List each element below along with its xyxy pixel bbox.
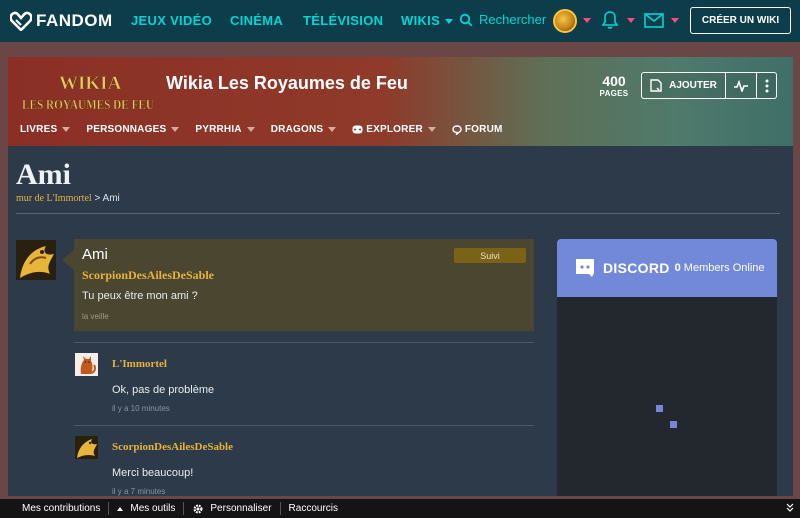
reply-avatar-dragon[interactable] <box>75 436 98 459</box>
fandom-wordmark: FANDOM <box>36 11 113 30</box>
local-nav-dragons[interactable]: DRAGONS <box>271 124 337 135</box>
discord-widget-header[interactable]: DISCORD 0 Members Online <box>557 239 777 297</box>
breadcrumb-separator: > <box>94 193 101 204</box>
chevron-down-icon <box>328 127 337 132</box>
loading-indicator <box>670 421 677 428</box>
fandom-logo[interactable]: FANDOM <box>10 11 113 31</box>
my-tools-menu[interactable]: Mes outils <box>109 502 185 515</box>
collapse-toolbar-icon[interactable] <box>786 503 794 513</box>
reply-timestamp[interactable]: il y a 7 minutes <box>112 487 165 496</box>
reply-author-link[interactable]: ScorpionDesAilesDeSable <box>112 441 233 453</box>
nav-link-movies[interactable]: CINÉMA <box>230 13 283 28</box>
search-button[interactable]: Rechercher <box>459 12 546 27</box>
bell-icon[interactable] <box>602 10 618 30</box>
page-counter: 400 PAGES <box>598 73 630 98</box>
local-nav-livres[interactable]: LIVRES <box>20 124 71 135</box>
thread-title: Ami <box>82 246 108 263</box>
original-post: Ami Suivi ScorpionDesAilesDeSable Tu peu… <box>74 239 534 331</box>
reply-avatar-cat[interactable] <box>75 353 98 376</box>
discord-online-count: 0 <box>674 262 681 274</box>
local-nav-explorer-label: EXPLORER <box>366 124 423 135</box>
wiki-tools: AJOUTER <box>641 72 777 99</box>
page-count-label: PAGES <box>599 89 629 98</box>
wikia-toolbar: Mes contributions Mes outils Personnalis… <box>0 499 800 518</box>
reply-divider <box>74 342 534 343</box>
breadcrumb: mur de L'Immortel > Ami <box>16 193 120 204</box>
local-nav-personnages-label: PERSONNAGES <box>86 124 167 135</box>
wiki-logo-top: WIKIA <box>59 73 122 94</box>
page-add-icon <box>650 79 662 92</box>
reply-author-link[interactable]: L'Immortel <box>112 358 167 370</box>
chevron-up-icon <box>117 506 124 511</box>
my-contributions-link[interactable]: Mes contributions <box>0 502 110 515</box>
gear-icon <box>193 503 203 514</box>
chevron-down-icon <box>62 127 71 132</box>
more-vertical-icon <box>765 79 768 92</box>
customize-label: Personnaliser <box>210 503 272 514</box>
customize-button[interactable]: Personnaliser <box>184 502 281 515</box>
page-title: Ami <box>16 158 71 191</box>
page-count-number: 400 <box>602 73 626 89</box>
op-timestamp[interactable]: la veille <box>82 312 109 321</box>
shortcuts-link[interactable]: Raccourcis <box>281 502 346 515</box>
speech-bubble-icon <box>452 124 462 135</box>
chevron-down-icon <box>427 127 436 132</box>
breadcrumb-wall-link[interactable]: mur de L'Immortel <box>16 193 92 204</box>
reply-divider <box>74 425 534 426</box>
global-navigation: FANDOM JEUX VIDÉO CINÉMA TÉLÉVISION WIKI… <box>0 0 800 42</box>
loading-indicator <box>656 405 663 412</box>
local-nav-pyrrhia-label: PYRRHIA <box>195 124 242 135</box>
chevron-down-icon <box>246 127 255 132</box>
title-divider <box>16 213 780 214</box>
chevron-down-icon[interactable] <box>671 18 679 23</box>
op-author-link[interactable]: ScorpionDesAilesDeSable <box>82 268 214 283</box>
mail-icon[interactable] <box>644 13 664 28</box>
wiki-local-navigation: LIVRES PERSONNAGES PYRRHIA DRAGONS EXPLO… <box>20 124 519 135</box>
discord-members-label: Members Online <box>683 262 765 274</box>
recent-activity-button[interactable] <box>726 73 757 98</box>
op-bubble-pointer <box>62 250 74 270</box>
reply-message: Ok, pas de problème <box>112 384 215 396</box>
nav-link-tv[interactable]: TÉLÉVISION <box>303 13 383 28</box>
follow-button[interactable]: Suivi <box>454 248 526 263</box>
local-nav-livres-label: LIVRES <box>20 124 58 135</box>
add-button[interactable]: AJOUTER <box>642 73 726 98</box>
op-avatar[interactable] <box>16 240 56 280</box>
local-nav-explorer[interactable]: EXPLORER <box>352 124 436 135</box>
create-wiki-button[interactable]: CRÉER UN WIKI <box>690 7 791 34</box>
gamepad-icon <box>352 125 363 134</box>
breadcrumb-current: Ami <box>102 193 120 204</box>
add-button-label: AJOUTER <box>669 80 717 91</box>
local-nav-personnages[interactable]: PERSONNAGES <box>86 124 180 135</box>
wiki-logo-bottom: LES ROYAUMES DE FEU <box>22 97 154 112</box>
nav-link-games[interactable]: JEUX VIDÉO <box>131 13 212 28</box>
chevron-down-icon[interactable] <box>583 18 591 23</box>
op-message: Tu peux être mon ami ? <box>82 290 198 302</box>
discord-widget: DISCORD 0 Members Online <box>557 239 777 496</box>
chevron-down-icon[interactable] <box>627 18 635 23</box>
wiki-logo[interactable]: WIKIA LES ROYAUMES DE FEU <box>21 69 156 113</box>
search-icon <box>459 13 473 26</box>
discord-brand: DISCORD <box>603 260 670 276</box>
reply-timestamp[interactable]: il y a 10 minutes <box>112 404 170 413</box>
fandom-heart-icon <box>10 11 32 31</box>
search-label: Rechercher <box>479 12 547 27</box>
user-avatar[interactable] <box>553 9 577 33</box>
chevron-down-icon <box>171 127 180 132</box>
chevron-down-icon <box>445 19 454 25</box>
my-tools-label: Mes outils <box>130 503 176 514</box>
local-nav-dragons-label: DRAGONS <box>270 124 324 135</box>
wiki-title[interactable]: Wikia Les Royaumes de Feu <box>166 73 408 94</box>
nav-link-wikis-label: WIKIS <box>401 13 441 28</box>
page-content: Ami mur de L'Immortel > Ami Ami Suivi Sc… <box>8 146 793 496</box>
reply-message: Merci beaucoup! <box>112 467 194 479</box>
local-nav-forum[interactable]: FORUM <box>452 124 503 135</box>
nav-link-wikis[interactable]: WIKIS <box>401 13 454 28</box>
local-nav-pyrrhia[interactable]: PYRRHIA <box>195 124 255 135</box>
wiki-header: WIKIA LES ROYAUMES DE FEU Wikia Les Roya… <box>8 57 793 146</box>
activity-icon <box>734 79 748 92</box>
local-nav-forum-label: FORUM <box>464 124 503 135</box>
more-options-button[interactable] <box>757 73 776 98</box>
discord-logo-icon <box>576 259 594 277</box>
